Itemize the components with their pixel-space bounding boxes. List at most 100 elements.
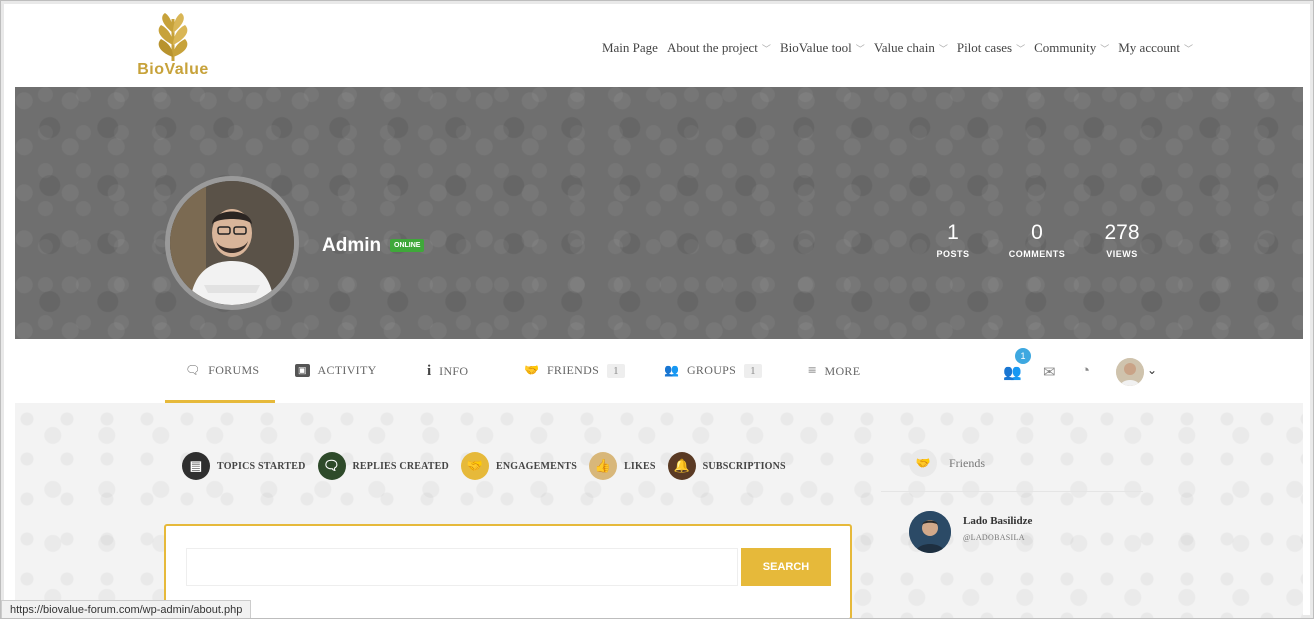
subtab-likes[interactable]: 👍 LIKES (589, 452, 656, 480)
tab-more[interactable]: ≡ MORE (808, 363, 860, 380)
groups-count: 1 (744, 363, 762, 378)
subtab-topics-started[interactable]: ▤ TOPICS STARTED (182, 452, 306, 480)
stat-value: 1 (947, 221, 959, 244)
chevron-down-icon: ﹀ (1100, 43, 1110, 54)
nav-label: Value chain (873, 40, 935, 55)
nav-label: Pilot cases (956, 40, 1013, 55)
subtab-label: REPLIES CREATED (352, 460, 449, 472)
activity-icon: ▣ (295, 364, 310, 377)
chevron-down-icon: ﹀ (855, 43, 865, 54)
nav-label: Community (1034, 40, 1097, 55)
subtab-label: SUBSCRIPTIONS (702, 460, 786, 472)
subtab-replies-created[interactable]: 🗨 REPLIES CREATED (317, 452, 449, 480)
nav-biovalue-tool[interactable]: BioValue tool ﹀ (780, 40, 865, 56)
tab-label: ACTIVITY (317, 363, 377, 377)
subtab-label: ENGAGEMENTS (495, 460, 578, 472)
info-icon: i (427, 363, 432, 379)
logo-text: BioValue (137, 61, 209, 78)
main-nav: Main Page About the project ﹀ BioValue to… (602, 40, 1193, 56)
engagements-icon: 🤝 (460, 452, 489, 480)
friend-info: Lado Basilidze @LADOBASILA (963, 511, 1032, 553)
biovalue-logo[interactable]: BioValue (133, 11, 213, 83)
profile-nav: 🗨 FORUMS ▣ ACTIVITY i INFO 🤝 FRIENDS 1 👥… (15, 339, 1303, 403)
subtab-label: TOPICS STARTED (217, 460, 306, 472)
nav-label: About the project (666, 40, 758, 55)
nav-value-chain[interactable]: Value chain ﹀ (874, 40, 948, 56)
stat-comments: 0 COMMENTS (1002, 221, 1072, 259)
browser-status-url: https://biovalue-forum.com/wp-admin/abou… (1, 600, 252, 618)
friends-icon: 🤝 (524, 363, 539, 377)
subtab-engagements[interactable]: 🤝 ENGAGEMENTS (460, 452, 578, 480)
friend-name[interactable]: Lado Basilidze (963, 515, 1032, 527)
tab-label: FRIENDS (546, 363, 600, 377)
search-input[interactable] (186, 548, 738, 586)
site-header: BioValue Main Page About the project ﹀ Bi… (15, 7, 1303, 87)
user-photo-icon (909, 511, 951, 553)
mail-icon[interactable]: ✉ (1043, 363, 1056, 382)
friend-handle: @LADOBASILA (963, 533, 1025, 542)
tab-label: MORE (824, 364, 861, 378)
notifications-icon[interactable]: ◔ (1081, 363, 1090, 380)
wheat-logo-icon (158, 13, 188, 62)
nav-about-project[interactable]: About the project ﹀ (667, 40, 771, 56)
online-status-badge: ONLINE (390, 239, 425, 252)
nav-pilot-cases[interactable]: Pilot cases ﹀ (957, 40, 1025, 56)
stat-posts: 1 POSTS (927, 221, 979, 259)
chevron-down-icon[interactable]: ⌄ (1147, 363, 1157, 378)
subtab-subscriptions[interactable]: 🔔 SUBSCRIPTIONS (667, 452, 786, 480)
notification-badge: 1 (1015, 348, 1031, 364)
friend-item[interactable]: Lado Basilidze @LADOBASILA (909, 511, 1032, 553)
profile-avatar[interactable] (165, 176, 299, 310)
tab-label: INFO (439, 364, 469, 378)
nav-community[interactable]: Community ﹀ (1034, 40, 1109, 56)
stat-label: COMMENTS (1008, 249, 1066, 259)
tab-info[interactable]: i INFO (427, 363, 468, 380)
nav-my-account[interactable]: My account ﹀ (1118, 40, 1193, 56)
bell-icon: 🔔 (667, 452, 696, 480)
profile-cover: Admin ONLINE 1 POSTS 0 COMMENTS 278 VIEW… (15, 87, 1303, 339)
stat-label: VIEWS (1106, 249, 1138, 259)
nav-label: My account (1118, 40, 1180, 55)
tab-friends[interactable]: 🤝 FRIENDS 1 (524, 363, 625, 378)
topics-icon: ▤ (182, 452, 210, 480)
friends-widget-title: Friends (949, 455, 985, 470)
stat-label: POSTS (936, 249, 970, 259)
subtab-label: LIKES (624, 460, 656, 472)
friend-avatar[interactable] (909, 511, 951, 553)
friends-widget: 🤝 Friends Lado Basilidze @LADOBASILA (881, 439, 1143, 618)
tab-label: FORUMS (208, 363, 260, 377)
chevron-down-icon: ﹀ (1183, 43, 1193, 54)
friends-widget-header: 🤝 Friends (909, 449, 985, 477)
chevron-down-icon: ﹀ (938, 43, 948, 54)
tab-groups[interactable]: 👥 GROUPS 1 (664, 363, 762, 378)
stat-value: 0 (1031, 221, 1043, 244)
profile-content: ▤ TOPICS STARTED 🗨 REPLIES CREATED 🤝 ENG… (15, 403, 1303, 618)
forum-search-panel: SEARCH (164, 524, 852, 618)
replies-icon: 🗨 (317, 452, 346, 480)
browser-viewport: BioValue Main Page About the project ﹀ Bi… (0, 0, 1314, 619)
stat-value: 278 (1104, 221, 1140, 244)
user-photo-icon (170, 181, 294, 305)
nav-main-page[interactable]: Main Page (602, 40, 658, 56)
chevron-down-icon: ﹀ (1016, 43, 1026, 54)
tab-forums[interactable]: 🗨 FORUMS (185, 363, 259, 378)
friend-requests-icon[interactable]: 👥 (1003, 363, 1022, 382)
forums-icon: 🗨 (185, 363, 201, 377)
profile-name: Admin (322, 235, 382, 256)
menu-icon: ≡ (808, 363, 817, 379)
chevron-down-icon: ﹀ (761, 43, 771, 54)
tab-activity[interactable]: ▣ ACTIVITY (295, 363, 377, 378)
friends-count: 1 (607, 363, 625, 378)
user-photo-icon (1116, 358, 1144, 386)
likes-icon: 👍 (589, 452, 618, 480)
nav-label: Main Page (601, 40, 658, 55)
search-button[interactable]: SEARCH (741, 548, 831, 586)
stat-views: 278 VIEWS (1096, 221, 1148, 259)
tab-label: GROUPS (686, 363, 737, 377)
groups-icon: 👥 (664, 363, 679, 377)
divider (881, 491, 1143, 492)
nav-label: BioValue tool (779, 40, 852, 55)
forum-subtabs: ▤ TOPICS STARTED 🗨 REPLIES CREATED 🤝 ENG… (182, 452, 786, 480)
friends-icon: 🤝 (909, 449, 937, 477)
account-avatar[interactable] (1116, 358, 1144, 386)
